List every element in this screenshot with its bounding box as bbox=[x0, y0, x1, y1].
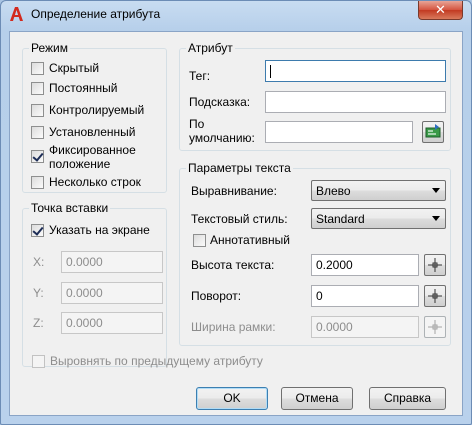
align-previous-checkbox[interactable] bbox=[32, 355, 45, 368]
crosshair-icon bbox=[428, 289, 442, 303]
insertion-point-group: Точка вставки Указать на экране X: 0.000… bbox=[22, 201, 167, 367]
text-height-input[interactable]: 0.2000 bbox=[311, 254, 419, 276]
default-value-input[interactable] bbox=[265, 121, 413, 143]
default-label-line1: По bbox=[189, 117, 205, 131]
pick-width-button[interactable] bbox=[424, 316, 446, 338]
prompt-label: Подсказка: bbox=[189, 95, 251, 109]
autocad-app-icon bbox=[10, 7, 23, 21]
boundary-width-input[interactable]: 0.0000 bbox=[311, 316, 419, 338]
window-title: Определение атрибута bbox=[31, 7, 161, 21]
preset-label[interactable]: Установленный bbox=[49, 125, 136, 139]
multiple-lines-checkbox[interactable] bbox=[31, 176, 44, 189]
insertion-point-title: Точка вставки bbox=[29, 201, 111, 215]
attribute-group: Атрибут Тег: Подсказка: По умолчанию: bbox=[179, 41, 451, 151]
verify-label[interactable]: Контролируемый bbox=[49, 103, 144, 117]
insert-field-icon bbox=[425, 124, 441, 138]
text-caret bbox=[270, 65, 271, 78]
constant-label[interactable]: Постоянный bbox=[49, 81, 117, 95]
lock-position-checkbox[interactable] bbox=[31, 150, 44, 163]
y-label: Y: bbox=[33, 286, 44, 300]
annotative-checkbox[interactable] bbox=[193, 234, 206, 247]
tag-label: Тег: bbox=[189, 69, 211, 83]
annotative-label[interactable]: Аннотативный bbox=[210, 233, 290, 247]
chevron-down-icon bbox=[432, 216, 440, 221]
text-height-label: Высота текста: bbox=[191, 258, 275, 272]
justification-label: Выравнивание: bbox=[191, 184, 277, 198]
dialog-window: Определение атрибута ✕ Режим Скрытый Пос… bbox=[0, 0, 472, 425]
lock-position-label-line1[interactable]: Фиксированное bbox=[49, 143, 136, 157]
attribute-group-title: Атрибут bbox=[186, 41, 235, 55]
specify-on-screen-checkbox[interactable] bbox=[31, 224, 44, 237]
hidden-checkbox[interactable] bbox=[31, 62, 44, 75]
text-style-label: Текстовый стиль: bbox=[191, 212, 288, 226]
ok-button[interactable]: OK bbox=[196, 387, 268, 410]
close-button[interactable]: ✕ bbox=[418, 1, 463, 20]
mode-group: Режим Скрытый Постоянный Контролируемый … bbox=[22, 41, 167, 193]
tag-input[interactable] bbox=[265, 60, 446, 82]
default-label-line2: умолчанию: bbox=[189, 131, 255, 145]
multiple-lines-label[interactable]: Несколько строк bbox=[49, 175, 141, 189]
cancel-button[interactable]: Отмена bbox=[281, 387, 353, 410]
text-settings-title: Параметры текста bbox=[186, 161, 293, 175]
text-style-value: Standard bbox=[316, 212, 365, 226]
rotation-label: Поворот: bbox=[191, 289, 242, 303]
lock-position-label-line2[interactable]: положение bbox=[49, 157, 110, 171]
pick-height-button[interactable] bbox=[424, 254, 446, 276]
z-coordinate-field[interactable]: 0.0000 bbox=[61, 312, 163, 334]
prompt-input[interactable] bbox=[265, 91, 446, 113]
help-button[interactable]: Справка bbox=[369, 387, 446, 410]
dialog-client-area: Режим Скрытый Постоянный Контролируемый … bbox=[9, 31, 463, 416]
constant-checkbox[interactable] bbox=[31, 82, 44, 95]
chevron-down-icon bbox=[432, 188, 440, 193]
crosshair-icon bbox=[428, 320, 442, 334]
x-coordinate-field[interactable]: 0.0000 bbox=[61, 251, 163, 273]
z-label: Z: bbox=[33, 316, 44, 330]
x-label: X: bbox=[33, 255, 45, 269]
boundary-width-label: Ширина рамки: bbox=[191, 320, 276, 334]
align-previous-label[interactable]: Выровнять по предыдущему атрибуту bbox=[50, 354, 263, 368]
specify-on-screen-label[interactable]: Указать на экране bbox=[49, 223, 150, 237]
pick-rotation-button[interactable] bbox=[424, 285, 446, 307]
crosshair-icon bbox=[428, 258, 442, 272]
hidden-label[interactable]: Скрытый bbox=[49, 61, 99, 75]
preset-checkbox[interactable] bbox=[31, 126, 44, 139]
insert-field-button[interactable] bbox=[422, 121, 444, 143]
text-style-select[interactable]: Standard bbox=[311, 208, 446, 229]
text-settings-group: Параметры текста Выравнивание: Влево Тек… bbox=[179, 161, 451, 346]
justification-select[interactable]: Влево bbox=[311, 180, 446, 201]
rotation-input[interactable]: 0 bbox=[311, 285, 419, 307]
verify-checkbox[interactable] bbox=[31, 104, 44, 117]
title-bar[interactable]: Определение атрибута ✕ bbox=[1, 1, 471, 28]
justification-value: Влево bbox=[316, 184, 351, 198]
y-coordinate-field[interactable]: 0.0000 bbox=[61, 282, 163, 304]
mode-group-title: Режим bbox=[29, 41, 70, 55]
